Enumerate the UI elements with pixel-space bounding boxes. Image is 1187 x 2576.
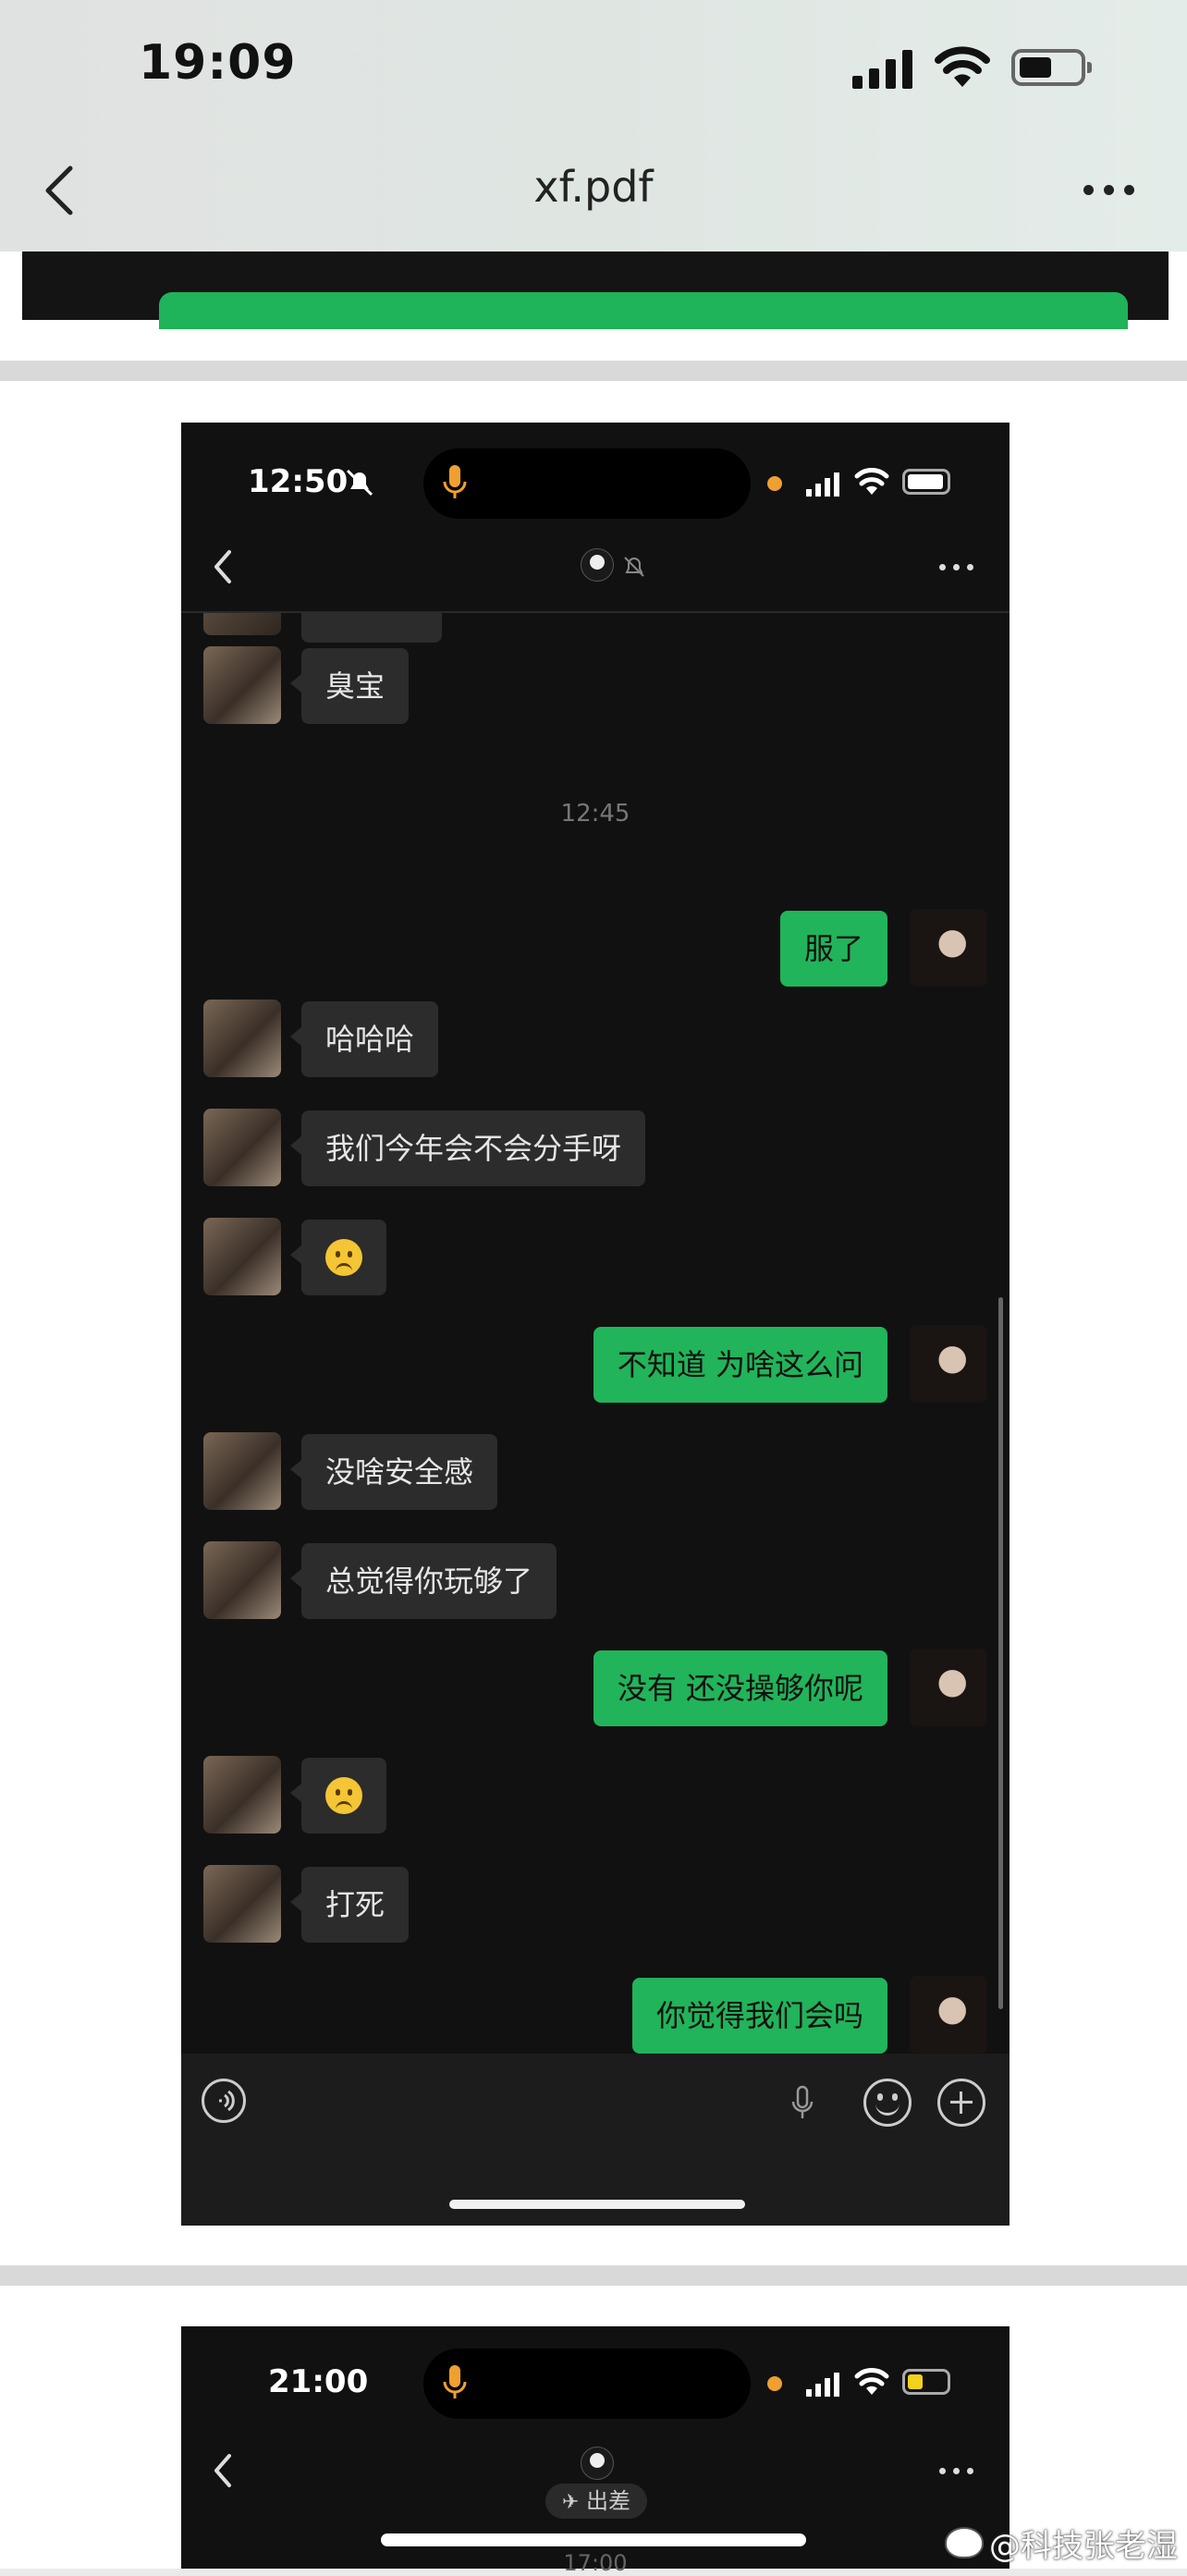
battery-icon xyxy=(1011,49,1092,86)
message-row: 臭宝 xyxy=(181,646,1010,726)
emoji-button-icon[interactable] xyxy=(863,2079,912,2127)
bubble-tail xyxy=(290,674,301,693)
contact-avatar[interactable] xyxy=(203,1109,281,1186)
chat-wifi-icon xyxy=(854,468,889,495)
message-row xyxy=(181,1756,1010,1835)
bubble-tail xyxy=(290,1245,301,1264)
incoming-message-bubble[interactable]: 打死 xyxy=(301,1867,410,1943)
chat-battery-icon xyxy=(902,469,950,495)
chat-timestamp: 12:45 xyxy=(560,800,630,828)
chat-screenshot: 12:50 臭宝 服了 哈哈哈 我们今年会不会分手呀 不知道 为啥这么问 没啥安… xyxy=(181,423,1010,2226)
outgoing-message-bubble[interactable]: 服了 xyxy=(779,911,887,987)
airplane-icon: ✈ xyxy=(561,2491,580,2514)
contact-avatar[interactable] xyxy=(203,646,281,724)
incoming-message-bubble[interactable]: 我们今年会不会分手呀 xyxy=(301,1110,646,1186)
message-row: 不知道 为啥这么问 xyxy=(181,1325,1010,1405)
dynamic-island-2 xyxy=(423,2349,751,2419)
microphone-icon-2 xyxy=(443,2365,467,2398)
bubble-tail xyxy=(290,1893,301,1911)
outer-status-time: 19:09 xyxy=(139,35,297,91)
chat-status-time: 12:50 xyxy=(248,463,349,500)
voice-input-icon[interactable] xyxy=(202,2079,246,2123)
chat2-wifi-icon xyxy=(854,2368,889,2395)
incoming-message-bubble[interactable]: 没啥安全感 xyxy=(301,1434,498,1510)
message-row: 哈哈哈 xyxy=(181,1000,1010,1079)
chat2-more-icon[interactable] xyxy=(939,2468,976,2475)
contact-name-eight-ball-icon xyxy=(581,548,614,582)
message-row-partial xyxy=(203,613,281,635)
watermark-text: @科技张老湿 xyxy=(989,2527,1178,2565)
more-options-icon[interactable] xyxy=(1083,185,1135,196)
incoming-message-bubble[interactable]: 臭宝 xyxy=(301,648,410,724)
contact-avatar[interactable] xyxy=(203,1432,281,1510)
chat-more-icon[interactable] xyxy=(939,564,976,571)
status-chip-label: 出差 xyxy=(586,2488,631,2514)
bubble-tail xyxy=(290,1027,301,1046)
incoming-message-bubble[interactable]: 总觉得你玩够了 xyxy=(301,1543,557,1619)
bell-muted-icon xyxy=(346,469,373,497)
incoming-message-bubble[interactable] xyxy=(301,1220,386,1295)
bubble-tail xyxy=(290,1136,301,1155)
self-avatar[interactable] xyxy=(910,909,987,987)
message-row: 你觉得我们会吗 xyxy=(181,1976,1010,2055)
incoming-message-bubble[interactable] xyxy=(301,1758,386,1834)
chat-back-icon[interactable] xyxy=(211,548,235,585)
cellular-signal-icon xyxy=(852,48,917,89)
outer-home-indicator xyxy=(381,2533,806,2546)
contact-eight-ball-icon-2 xyxy=(581,2447,614,2480)
status-chip: ✈ 出差 xyxy=(545,2484,647,2519)
weibo-logo-icon xyxy=(945,2527,984,2558)
microphone-icon xyxy=(443,465,467,498)
chat2-partial-timestamp: 17:00 xyxy=(563,2550,628,2576)
previous-page-image xyxy=(22,251,1169,329)
message-bubble-partial xyxy=(301,613,442,643)
chat-scrollbar[interactable] xyxy=(998,1297,1003,2009)
chat-mic-icon[interactable] xyxy=(789,2085,815,2122)
message-row: 没有 还没操够你呢 xyxy=(181,1649,1010,1728)
outgoing-message-bubble[interactable]: 没有 还没操够你呢 xyxy=(593,1650,887,1726)
dynamic-island xyxy=(423,448,751,519)
bubble-tail xyxy=(290,1460,301,1478)
contact-avatar[interactable] xyxy=(203,1541,281,1619)
wifi-icon xyxy=(935,46,990,87)
add-attachment-icon[interactable] xyxy=(937,2079,985,2127)
chat-screenshot-2: 21:00 ✈ 出差 17:00 xyxy=(181,2326,1010,2576)
page-gap xyxy=(0,361,1187,381)
outgoing-message-bubble[interactable]: 你觉得我们会吗 xyxy=(631,1978,887,2054)
self-avatar[interactable] xyxy=(910,1976,987,2054)
incoming-message-bubble[interactable]: 哈哈哈 xyxy=(301,1001,439,1077)
document-title: xf.pdf xyxy=(533,162,654,212)
message-list[interactable]: 臭宝服了哈哈哈我们今年会不会分手呀不知道 为啥这么问没啥安全感总觉得你玩够了 没有… xyxy=(181,613,1010,2061)
self-avatar[interactable] xyxy=(910,1325,987,1403)
home-indicator xyxy=(449,2200,745,2209)
message-row: 服了 xyxy=(181,909,1010,988)
watermark: @科技张老湿 xyxy=(945,2522,1178,2565)
self-avatar[interactable] xyxy=(910,1649,987,1726)
message-row: 没啥安全感 xyxy=(181,1432,1010,1512)
contact-avatar[interactable] xyxy=(203,1218,281,1295)
message-row: 总觉得你玩够了 xyxy=(181,1541,1010,1621)
bubble-tail xyxy=(290,1784,301,1802)
chat2-status-time: 21:00 xyxy=(268,2363,369,2400)
outgoing-message-bubble[interactable]: 不知道 为啥这么问 xyxy=(593,1327,887,1403)
chat-muted-bell-icon xyxy=(624,557,644,577)
message-row: 打死 xyxy=(181,1865,1010,1944)
message-row xyxy=(181,1218,1010,1297)
contact-avatar[interactable] xyxy=(203,1756,281,1834)
contact-avatar[interactable] xyxy=(203,1000,281,1077)
sad-face-emoji-icon xyxy=(325,1777,362,1814)
bubble-tail xyxy=(290,1569,301,1588)
message-row: 我们今年会不会分手呀 xyxy=(181,1109,1010,1188)
sad-face-emoji-icon xyxy=(325,1239,362,1276)
chat2-battery-low-icon xyxy=(902,2369,950,2395)
contact-avatar[interactable] xyxy=(203,1865,281,1943)
chat2-back-icon[interactable] xyxy=(211,2452,235,2489)
recording-indicator-dot-2 xyxy=(767,2376,782,2391)
recording-indicator-dot xyxy=(767,476,782,491)
contact-avatar xyxy=(203,613,281,635)
page-gap-2 xyxy=(0,2265,1187,2286)
chat2-cellular-icon xyxy=(806,2369,843,2397)
chat-cellular-icon xyxy=(806,469,843,497)
